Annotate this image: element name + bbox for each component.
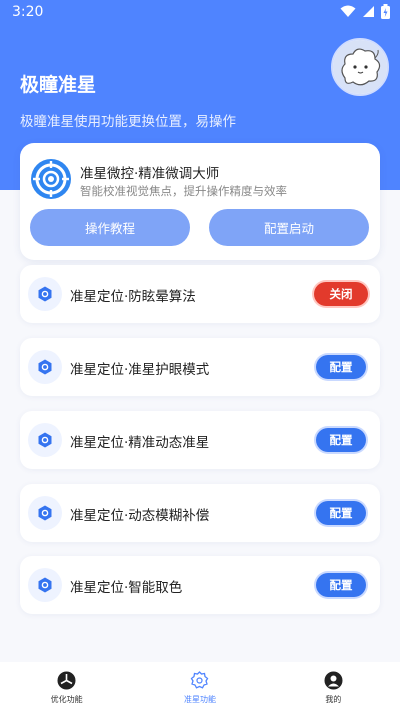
avatar[interactable]	[331, 38, 389, 96]
card-description: 智能校准视觉焦点，提升操作精度与效率	[80, 184, 287, 198]
hexagon-crosshair-icon	[38, 286, 52, 302]
feature-icon-wrap	[28, 277, 62, 311]
tutorial-button[interactable]: 操作教程	[30, 209, 190, 246]
config-start-button[interactable]: 配置启动	[209, 209, 369, 246]
config-button[interactable]: 配置	[316, 573, 366, 597]
feature-card-anti-dizziness: 准星定位·防眩晕算法 关闭	[20, 265, 380, 323]
status-icons	[340, 4, 390, 19]
config-button[interactable]: 配置	[316, 355, 366, 379]
nav-item-profile[interactable]: 我的	[267, 662, 400, 712]
feature-card-eye-care: 准星定位·准星护眼模式 配置	[20, 338, 380, 396]
target-icon	[31, 159, 71, 199]
feature-icon-wrap	[28, 496, 62, 530]
nav-item-crosshair[interactable]: 准星功能	[133, 662, 266, 712]
status-time: 3:20	[12, 4, 44, 20]
feature-icon-wrap	[28, 423, 62, 457]
top-card: 准星微控·精准微调大师 智能校准视觉焦点，提升操作精度与效率 操作教程 配置启动	[20, 143, 380, 260]
battery-icon	[381, 4, 390, 19]
feature-icon-wrap	[28, 350, 62, 384]
feature-label: 准星定位·精准动态准星	[70, 435, 210, 451]
nav-label: 我的	[325, 695, 342, 704]
bottom-nav: 优化功能 准星功能 我的	[0, 662, 400, 712]
crosshair-badge-icon	[190, 670, 210, 690]
feature-card-smart-color: 准星定位·智能取色 配置	[20, 556, 380, 614]
nav-item-optimize[interactable]: 优化功能	[0, 662, 133, 712]
profile-icon	[323, 670, 343, 690]
nav-label: 优化功能	[50, 695, 83, 704]
wifi-icon	[340, 5, 356, 17]
app-subtitle: 极瞳准星使用功能更换位置，易操作	[20, 114, 236, 130]
cloud-mascot-icon	[333, 40, 387, 94]
feature-card-motion-blur: 准星定位·动态模糊补偿 配置	[20, 484, 380, 542]
feature-label: 准星定位·防眩晕算法	[70, 289, 196, 305]
feature-label: 准星定位·动态模糊补偿	[70, 508, 210, 524]
config-button[interactable]: 配置	[316, 428, 366, 452]
feature-icon-wrap	[28, 568, 62, 602]
feature-label: 准星定位·智能取色	[70, 580, 183, 596]
hexagon-crosshair-icon	[38, 577, 52, 593]
hexagon-crosshair-icon	[38, 505, 52, 521]
hexagon-crosshair-icon	[38, 432, 52, 448]
feature-card-dynamic-crosshair: 准星定位·精准动态准星 配置	[20, 411, 380, 469]
config-button[interactable]: 配置	[316, 501, 366, 525]
aperture-icon	[57, 670, 77, 690]
feature-label: 准星定位·准星护眼模式	[70, 362, 210, 378]
nav-label: 准星功能	[183, 695, 216, 704]
close-button[interactable]: 关闭	[314, 282, 368, 306]
hexagon-crosshair-icon	[38, 359, 52, 375]
signal-icon	[363, 6, 374, 17]
status-bar: 3:20	[0, 0, 400, 24]
card-title: 准星微控·精准微调大师	[80, 166, 220, 182]
app-title: 极瞳准星	[20, 74, 97, 96]
